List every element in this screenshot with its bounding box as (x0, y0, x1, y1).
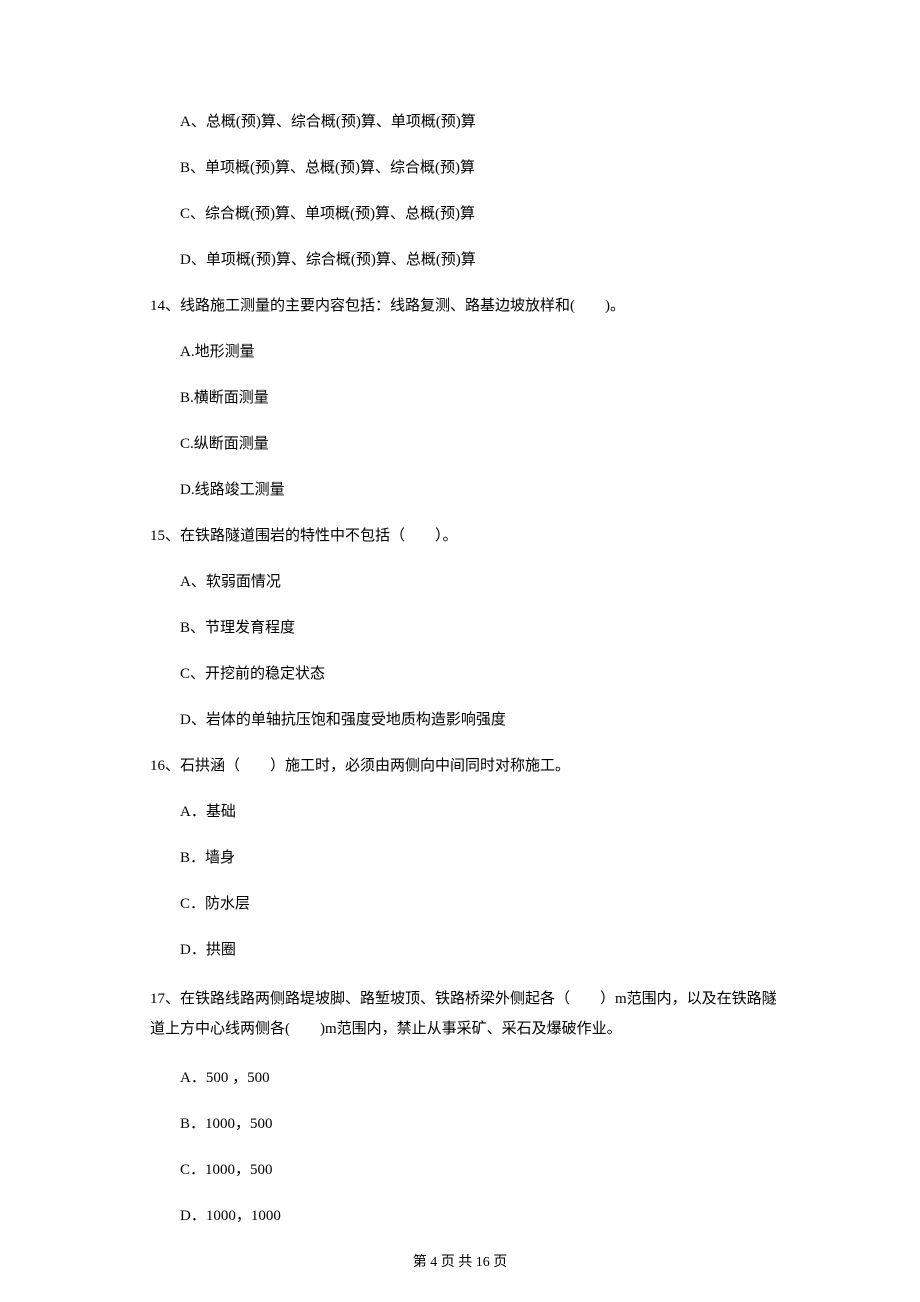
q14-stem: 14、线路施工测量的主要内容包括：线路复测、路基边坡放样和( )。 (150, 294, 780, 318)
q16-option-b: B．墙身 (180, 846, 780, 870)
q15-option-d: D、岩体的单轴抗压饱和强度受地质构造影响强度 (180, 708, 780, 732)
q13-option-d: D、单项概(预)算、综合概(预)算、总概(预)算 (180, 248, 780, 272)
q15-option-c: C、开挖前的稳定状态 (180, 662, 780, 686)
q17-option-a: A．500 ，500 (180, 1066, 780, 1090)
q17-options: A．500 ，500 B．1000，500 C．1000，500 D．1000，… (180, 1066, 780, 1228)
q13-option-c: C、综合概(预)算、单项概(预)算、总概(预)算 (180, 202, 780, 226)
q15-option-b: B、节理发育程度 (180, 616, 780, 640)
q14-option-a: A.地形测量 (180, 340, 780, 364)
q14-option-c: C.纵断面测量 (180, 432, 780, 456)
q17-option-b: B．1000，500 (180, 1112, 780, 1136)
q15-option-a: A、软弱面情况 (180, 570, 780, 594)
q17-stem: 17、在铁路线路两侧路堤坡脚、路堑坡顶、铁路桥梁外侧起各（ ）m范围内，以及在铁… (150, 984, 780, 1044)
q16-option-c: C．防水层 (180, 892, 780, 916)
q13-option-a: A、总概(预)算、综合概(预)算、单项概(预)算 (180, 110, 780, 134)
q15-options: A、软弱面情况 B、节理发育程度 C、开挖前的稳定状态 D、岩体的单轴抗压饱和强… (180, 570, 780, 732)
q14-option-d: D.线路竣工测量 (180, 478, 780, 502)
q16-options: A．基础 B．墙身 C．防水层 D．拱圈 (180, 800, 780, 962)
q17-option-c: C．1000，500 (180, 1158, 780, 1182)
q17-option-d: D．1000，1000 (180, 1204, 780, 1228)
q16-option-a: A．基础 (180, 800, 780, 824)
q14-options: A.地形测量 B.横断面测量 C.纵断面测量 D.线路竣工测量 (180, 340, 780, 502)
q13-option-b: B、单项概(预)算、总概(预)算、综合概(预)算 (180, 156, 780, 180)
page-footer: 第 4 页 共 16 页 (0, 1252, 920, 1274)
q13-options: A、总概(预)算、综合概(预)算、单项概(预)算 B、单项概(预)算、总概(预)… (180, 110, 780, 272)
q14-option-b: B.横断面测量 (180, 386, 780, 410)
q16-stem: 16、石拱涵（ ）施工时，必须由两侧向中间同时对称施工。 (150, 754, 780, 778)
q16-option-d: D．拱圈 (180, 938, 780, 962)
q15-stem: 15、在铁路隧道围岩的特性中不包括（ ）。 (150, 524, 780, 548)
